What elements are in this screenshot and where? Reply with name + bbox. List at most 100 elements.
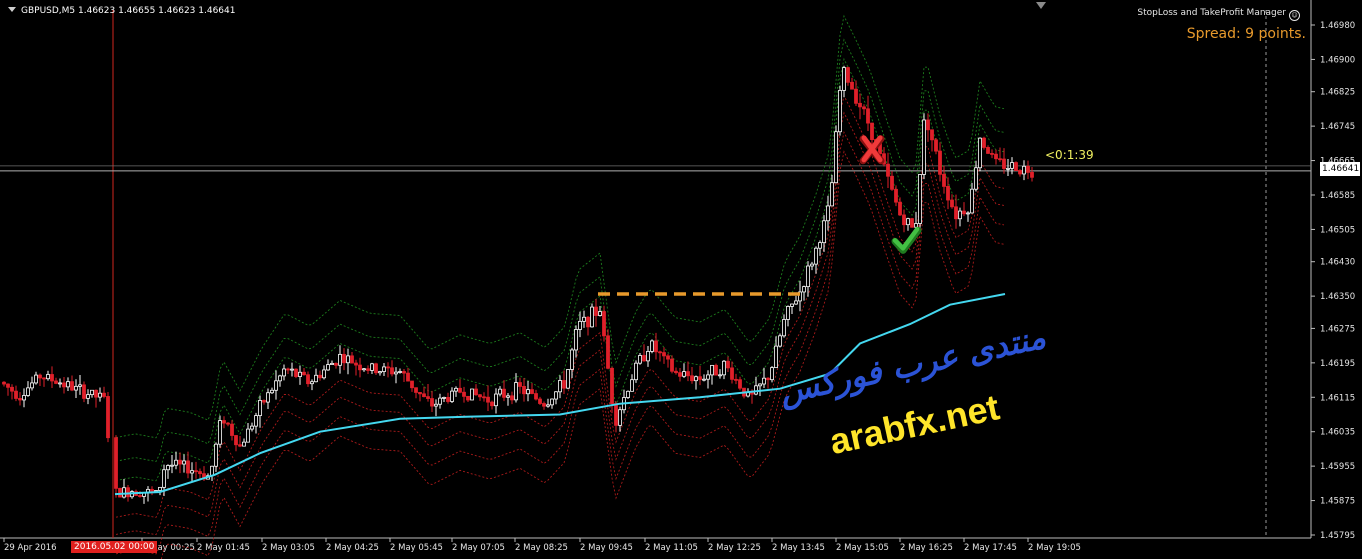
time-tick-label: 2 May 17:45: [964, 543, 1017, 553]
candle-body: [542, 403, 546, 407]
candle-body: [1018, 170, 1022, 175]
price-tick-label: 1.46825: [1320, 88, 1355, 98]
candle-body: [634, 362, 638, 381]
candle-body: [6, 383, 10, 388]
candle-body: [174, 459, 178, 466]
price-tick-label: 1.45955: [1320, 462, 1355, 472]
highlighted-date: 2016.05.02 00:00: [71, 541, 158, 553]
candle-body: [926, 119, 930, 131]
collapse-triangle-icon[interactable]: [8, 7, 16, 12]
candle-body: [450, 390, 454, 402]
candle-body: [582, 316, 586, 322]
candle-body: [610, 367, 614, 404]
candle-body: [574, 329, 578, 351]
candle-body: [262, 400, 266, 403]
candle-body: [554, 391, 558, 400]
candle-body: [682, 371, 686, 377]
candle-body: [494, 393, 498, 407]
candle-body: [346, 355, 350, 364]
candle-body: [982, 137, 986, 148]
candle-body: [14, 390, 18, 399]
candle-body: [706, 374, 710, 380]
candle-body: [482, 396, 486, 399]
chart-window[interactable]: 1.469801.469001.468251.467451.466651.465…: [0, 0, 1362, 559]
candle-body: [46, 374, 50, 380]
time-tick-label: 2 May 15:05: [836, 543, 889, 553]
candle-body: [414, 387, 418, 393]
candle-body: [978, 137, 982, 169]
candle-body: [50, 374, 54, 382]
price-chart-canvas[interactable]: 1.469801.469001.468251.467451.466651.465…: [0, 0, 1362, 559]
candle-body: [1014, 162, 1018, 171]
candle-body: [590, 306, 594, 328]
candle-body: [854, 88, 858, 104]
candle-body: [934, 139, 938, 152]
candle-body: [550, 398, 554, 406]
price-tick-label: 1.45795: [1320, 531, 1355, 541]
candle-body: [102, 392, 106, 397]
candle-body: [422, 393, 426, 398]
candle-body: [122, 487, 126, 498]
candle-body: [890, 175, 894, 190]
candle-body: [226, 422, 230, 425]
candle-body: [58, 382, 62, 385]
candle-body: [238, 444, 242, 447]
candle-body: [814, 247, 818, 265]
candle-body: [138, 495, 142, 497]
candle-body: [98, 392, 102, 398]
candle-body: [506, 395, 510, 398]
candle-body: [106, 396, 110, 439]
candle-body: [822, 220, 826, 244]
candle-body: [518, 382, 522, 387]
expert-advisor-label[interactable]: StopLoss and TakeProfit Manager ☺: [1137, 8, 1300, 21]
candle-body: [866, 108, 870, 124]
time-tick-label: 2 May 16:25: [900, 543, 953, 553]
candle-body: [810, 263, 814, 267]
time-tick-label: 2 May 05:45: [390, 543, 443, 553]
time-tick-label: 2 May 13:45: [772, 543, 825, 553]
candle-body: [762, 377, 766, 385]
candle-body: [458, 387, 462, 393]
candle-body: [594, 306, 598, 316]
time-tick-label: 2 May 19:05: [1028, 543, 1081, 553]
candle-body: [666, 355, 670, 360]
candle-body: [734, 378, 738, 381]
candle-body: [722, 360, 726, 376]
candle-body: [418, 392, 422, 395]
candle-body: [922, 119, 926, 175]
candle-body: [902, 214, 906, 226]
candle-body: [198, 471, 202, 475]
candle-body: [714, 364, 718, 376]
candle-body: [694, 376, 698, 382]
candle-body: [654, 340, 658, 353]
candle-body: [910, 218, 914, 228]
candle-body: [38, 374, 42, 379]
candle-body: [466, 395, 470, 401]
candle-body: [486, 396, 490, 403]
price-tick-label: 1.46195: [1320, 359, 1355, 369]
candle-body: [218, 420, 222, 445]
candle-body: [758, 383, 762, 387]
lower-envelope-line: [115, 111, 1005, 536]
candle-body: [650, 340, 654, 352]
candle-body: [250, 425, 254, 430]
candle-body: [886, 163, 890, 177]
candle-body: [358, 364, 362, 371]
candle-body: [870, 122, 874, 140]
candle-body: [782, 319, 786, 337]
candle-body: [214, 443, 218, 467]
candle-body: [678, 372, 682, 377]
candle-body: [282, 368, 286, 377]
symbol-header[interactable]: GBPUSD,M5 1.46623 1.46655 1.46623 1.4664…: [8, 6, 235, 16]
candle-body: [754, 385, 758, 395]
price-tick-label: 1.46980: [1320, 21, 1355, 31]
candle-body: [402, 371, 406, 374]
price-tick-label: 1.46275: [1320, 324, 1355, 334]
candle-body: [470, 388, 474, 401]
candle-body: [914, 223, 918, 228]
candle-body: [342, 353, 346, 364]
candle-body: [274, 380, 278, 391]
candle-body: [698, 376, 702, 380]
candle-body: [818, 242, 822, 249]
candle-body: [938, 150, 942, 175]
